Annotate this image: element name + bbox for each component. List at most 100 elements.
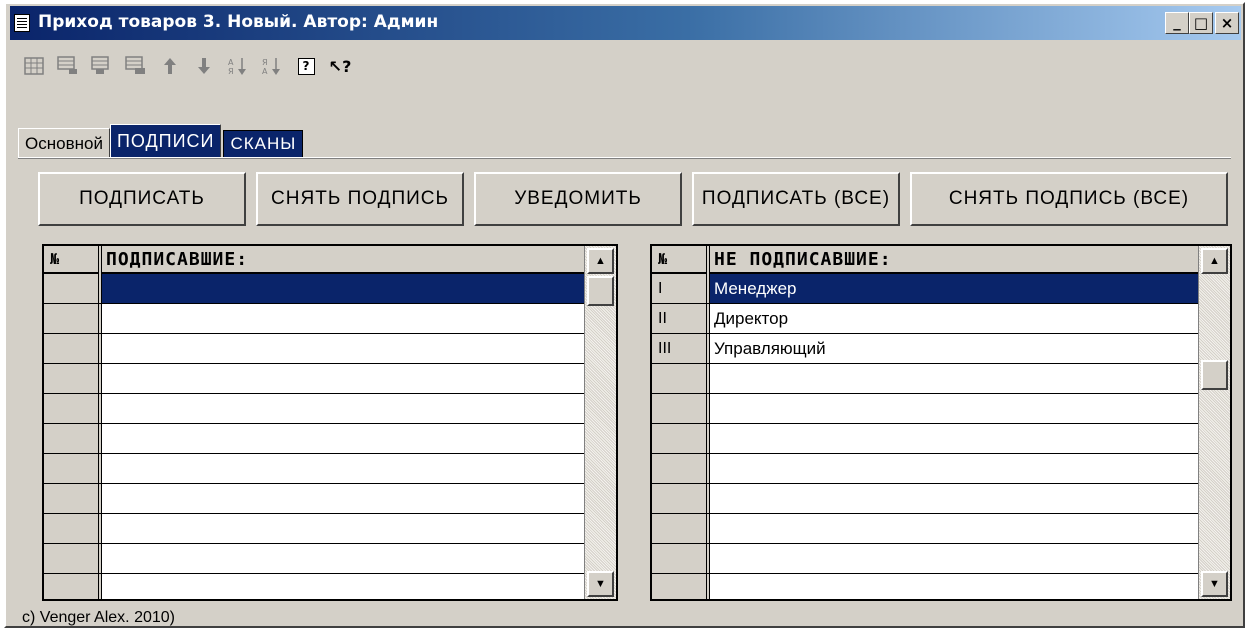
row-number-cell[interactable] [652,454,706,483]
table-row[interactable]: I Менеджер [652,274,1198,304]
signer-name-cell[interactable] [710,394,1198,423]
row-number-cell[interactable] [44,484,98,513]
sign-button[interactable]: ПОДПИСАТЬ [38,172,246,226]
tab-signatures[interactable]: ПОДПИСИ [109,124,222,158]
table-row[interactable]: II Директор [652,304,1198,334]
table-row[interactable] [652,364,1198,394]
signer-name-cell[interactable] [710,514,1198,543]
row-number-cell[interactable] [652,394,706,423]
insert-row-icon[interactable] [88,52,116,80]
table-icon[interactable] [20,52,48,80]
row-number-cell[interactable] [652,484,706,513]
signer-name-cell[interactable]: Менеджер [710,274,1198,303]
table-row[interactable] [44,394,584,424]
sign-all-button[interactable]: ПОДПИСАТЬ (ВСЕ) [692,172,900,226]
help-icon[interactable]: ? [292,52,320,80]
signer-name-cell[interactable] [710,424,1198,453]
signer-name-cell[interactable] [710,484,1198,513]
table-row[interactable] [44,424,584,454]
signer-name-cell[interactable] [102,544,584,573]
notify-button[interactable]: УВЕДОМИТЬ [474,172,682,226]
table-row[interactable]: III Управляющий [652,334,1198,364]
minimize-button[interactable]: _ [1165,12,1189,34]
signer-name-cell[interactable] [102,364,584,393]
table-row[interactable] [44,454,584,484]
remove-signature-button[interactable]: СНЯТЬ ПОДПИСЬ [256,172,464,226]
row-number-cell[interactable] [44,334,98,363]
context-help-icon[interactable]: ↖? [326,52,354,80]
table-row[interactable] [652,394,1198,424]
row-number-cell[interactable]: II [652,304,706,333]
row-number-cell[interactable] [44,364,98,393]
row-number-cell[interactable] [652,514,706,543]
tab-scans[interactable]: СКАНЫ [223,130,304,158]
signer-name-cell[interactable]: Директор [710,304,1198,333]
row-number-cell[interactable] [652,544,706,573]
row-number-cell[interactable] [44,544,98,573]
table-row[interactable] [44,544,584,574]
scroll-thumb[interactable] [587,276,614,306]
table-row[interactable] [652,424,1198,454]
table-row[interactable] [44,364,584,394]
tab-main[interactable]: Основной [18,128,110,158]
scroll-down-button[interactable]: ▼ [1201,571,1228,597]
move-down-icon[interactable] [190,52,218,80]
table-row[interactable] [652,514,1198,544]
table-row[interactable] [44,274,584,304]
row-number-cell[interactable]: I [652,274,706,303]
add-row-icon[interactable] [54,52,82,80]
row-number-cell[interactable] [652,574,706,599]
scroll-down-button[interactable]: ▼ [587,571,614,597]
delete-row-icon[interactable] [122,52,150,80]
row-number-cell[interactable] [652,364,706,393]
unsigned-num-header[interactable]: № [652,246,706,272]
signer-name-cell[interactable] [102,484,584,513]
signed-title-header[interactable]: ПОДПИСАВШИЕ: [102,246,248,272]
move-up-icon[interactable] [156,52,184,80]
row-number-cell[interactable] [44,574,98,599]
signer-name-cell[interactable] [102,454,584,483]
row-number-cell[interactable] [44,424,98,453]
signer-name-cell[interactable] [102,334,584,363]
sort-ascending-icon[interactable]: АЯ [224,52,252,80]
row-number-cell[interactable] [44,454,98,483]
scroll-up-button[interactable]: ▲ [1201,248,1228,274]
table-row[interactable] [44,514,584,544]
title-bar[interactable]: Приход товаров 3. Новый. Автор: Админ _ … [10,6,1241,40]
table-row[interactable] [44,334,584,364]
table-row[interactable] [652,454,1198,484]
unsigned-title-header[interactable]: НЕ ПОДПИСАВШИЕ: [710,246,892,272]
signer-name-cell[interactable] [102,424,584,453]
unsigned-scrollbar[interactable]: ▲ ▼ [1198,246,1230,599]
signer-name-cell[interactable] [710,364,1198,393]
row-number-cell[interactable] [44,304,98,333]
signer-name-cell[interactable] [710,544,1198,573]
signer-name-cell[interactable] [102,304,584,333]
table-row[interactable] [652,484,1198,514]
signer-name-cell[interactable] [102,514,584,543]
table-row[interactable] [44,484,584,514]
signer-name-cell[interactable] [102,574,584,599]
signer-name-cell[interactable] [710,574,1198,599]
row-number-cell[interactable] [44,394,98,423]
signed-scrollbar[interactable]: ▲ ▼ [584,246,616,599]
signed-num-header[interactable]: № [44,246,98,272]
sort-descending-icon[interactable]: ЯА [258,52,286,80]
signer-name-cell[interactable] [102,274,584,303]
row-number-cell[interactable] [44,274,98,303]
remove-signature-all-button[interactable]: СНЯТЬ ПОДПИСЬ (ВСЕ) [910,172,1228,226]
signer-name-cell[interactable] [710,454,1198,483]
row-number-cell[interactable] [44,514,98,543]
maximize-button[interactable]: □ [1189,12,1213,34]
row-number-cell[interactable] [652,424,706,453]
signer-name-cell[interactable] [102,394,584,423]
scroll-up-button[interactable]: ▲ [587,248,614,274]
table-row[interactable] [652,544,1198,574]
table-row[interactable] [652,574,1198,599]
signer-name-cell[interactable]: Управляющий [710,334,1198,363]
row-number-cell[interactable]: III [652,334,706,363]
table-row[interactable] [44,304,584,334]
scroll-thumb[interactable] [1201,360,1228,390]
table-row[interactable] [44,574,584,599]
close-button[interactable]: × [1215,12,1239,34]
